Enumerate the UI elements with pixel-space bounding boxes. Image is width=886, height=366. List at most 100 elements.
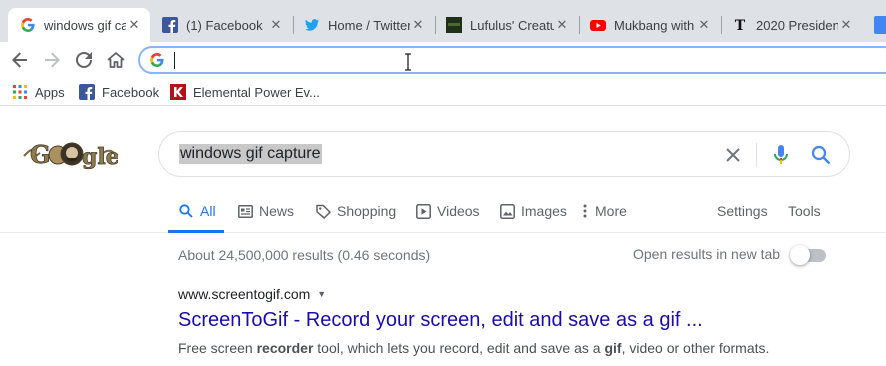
close-icon[interactable]: ✕ — [838, 17, 854, 33]
browser-tab-google[interactable]: windows gif ca ✕ — [8, 8, 150, 42]
tab-title: Lufulus' Creatu — [470, 17, 554, 33]
i-beam-cursor-icon — [404, 53, 412, 76]
tab-more[interactable]: More — [581, 202, 627, 220]
play-icon — [415, 203, 431, 219]
snippet-text: , video or other formats. — [621, 340, 770, 356]
close-icon[interactable]: ✕ — [554, 17, 570, 33]
k-logo-icon — [170, 84, 186, 100]
search-box-divider — [756, 143, 757, 167]
tab-label: All — [200, 203, 216, 219]
search-query-text[interactable]: windows gif capture — [179, 144, 322, 164]
more-vertical-icon — [581, 203, 589, 219]
microphone-icon — [774, 145, 788, 164]
tab-images[interactable]: Images — [499, 202, 567, 220]
voice-search-button[interactable] — [769, 143, 793, 167]
back-button[interactable] — [7, 47, 33, 73]
google-doodle-logo[interactable]: G gle — [22, 136, 120, 174]
result-url-text: www.screentogif.com — [178, 286, 311, 302]
search-icon — [811, 145, 831, 165]
bookmark-label: Apps — [35, 84, 65, 100]
browser-tab-youtube[interactable]: Mukbang with ✕ — [580, 8, 720, 42]
snippet-text: tool, which lets you record, edit and sa… — [313, 340, 605, 356]
result-url[interactable]: www.screentogif.com ▼ — [178, 286, 326, 302]
reload-button[interactable] — [71, 47, 97, 73]
bookmarks-bar: Apps Facebook Elemental Power Ev... — [0, 78, 886, 106]
browser-tab-twitter[interactable]: Home / Twitter ✕ — [294, 8, 434, 42]
close-icon[interactable]: ✕ — [696, 17, 712, 33]
close-icon[interactable]: ✕ — [126, 17, 142, 33]
open-new-tab-toggle[interactable] — [790, 245, 826, 265]
close-icon[interactable]: ✕ — [268, 17, 284, 33]
google-g-icon — [149, 52, 165, 73]
browser-tab-lufulus[interactable]: Lufulus' Creatu ✕ — [436, 8, 578, 42]
home-button[interactable] — [103, 47, 129, 73]
address-bar[interactable] — [138, 46, 886, 74]
tools-link[interactable]: Tools — [788, 202, 821, 220]
facebook-icon — [79, 84, 95, 100]
svg-text:G: G — [30, 140, 51, 169]
result-snippet: Free screen recorder tool, which lets yo… — [178, 340, 769, 356]
nyt-icon: T — [732, 17, 748, 33]
tab-news[interactable]: News — [237, 202, 294, 220]
facebook-icon — [162, 17, 178, 33]
tab-shopping[interactable]: Shopping — [315, 202, 396, 220]
svg-text:gle: gle — [82, 144, 118, 170]
browser-tab-facebook[interactable]: (1) Facebook ✕ — [152, 8, 292, 42]
clear-search-button[interactable] — [721, 143, 745, 167]
toggle-knob — [790, 245, 810, 265]
bookmark-facebook[interactable]: Facebook — [79, 83, 159, 101]
search-box[interactable]: windows gif capture — [158, 131, 850, 177]
browser-tab-nyt[interactable]: T 2020 President ✕ — [722, 8, 862, 42]
tab-label: Videos — [437, 203, 480, 219]
reload-icon — [76, 52, 92, 68]
chevron-down-icon[interactable]: ▼ — [317, 289, 326, 299]
open-new-tab-label: Open results in new tab — [633, 246, 781, 262]
result-title-link[interactable]: ScreenToGif - Record your screen, edit a… — [178, 309, 703, 332]
result-stats: About 24,500,000 results (0.46 seconds) — [178, 247, 431, 263]
google-g-icon — [20, 17, 36, 33]
tab-title: windows gif ca — [44, 17, 126, 33]
tab-videos[interactable]: Videos — [415, 202, 480, 220]
dark-thumbnail-icon — [446, 17, 462, 33]
bookmark-label: Facebook — [102, 84, 160, 100]
forward-button[interactable] — [39, 47, 65, 73]
search-icon — [178, 203, 194, 219]
snippet-text: Free screen — [178, 340, 257, 356]
tab-label: Shopping — [337, 203, 397, 219]
snippet-highlight: recorder — [256, 340, 314, 356]
apps-grid-icon — [12, 84, 28, 100]
tab-title: Mukbang with — [614, 17, 695, 33]
home-icon — [107, 52, 125, 68]
tab-label: Images — [521, 203, 567, 219]
settings-label: Settings — [717, 203, 768, 219]
settings-link[interactable]: Settings — [717, 202, 768, 220]
browser-toolbar — [0, 42, 886, 78]
news-icon — [237, 203, 253, 219]
tab-label: News — [259, 203, 295, 219]
tag-icon — [315, 203, 331, 219]
bookmark-elemental-power[interactable]: Elemental Power Ev... — [170, 83, 320, 101]
snippet-highlight: gif — [604, 340, 622, 356]
bookmark-label: Elemental Power Ev... — [193, 84, 320, 100]
back-arrow-icon — [12, 52, 27, 68]
close-icon[interactable]: ✕ — [410, 17, 426, 33]
tools-label: Tools — [788, 203, 821, 219]
close-icon — [726, 148, 740, 162]
twitter-icon — [304, 17, 320, 33]
next-tab-icon[interactable] — [874, 16, 886, 34]
youtube-icon — [590, 17, 606, 33]
svg-text:T: T — [735, 18, 746, 33]
tab-title: Home / Twitter — [328, 17, 410, 33]
tab-label: More — [595, 203, 627, 219]
tab-title: (1) Facebook — [186, 17, 263, 33]
active-tab-indicator — [168, 230, 224, 233]
image-icon — [499, 203, 515, 219]
tab-strip: windows gif ca ✕ (1) Facebook ✕ Home / T… — [0, 0, 886, 42]
forward-arrow-icon — [45, 52, 60, 68]
text-cursor-caret — [174, 52, 175, 69]
tab-all[interactable]: All — [178, 202, 216, 220]
search-submit-button[interactable] — [809, 143, 833, 167]
bookmark-apps[interactable]: Apps — [12, 83, 65, 101]
search-nav-tabs: All News Shopping Videos Images More Set… — [0, 190, 886, 233]
tab-title: 2020 President — [756, 17, 838, 33]
